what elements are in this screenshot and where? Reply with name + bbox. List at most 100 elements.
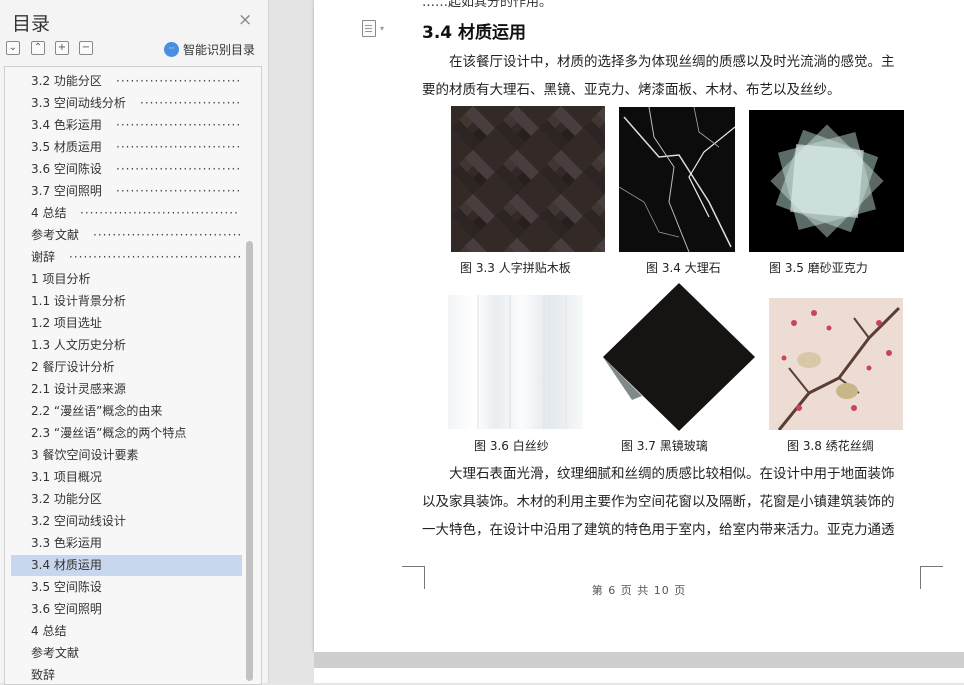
toc-item[interactable]: 参考文献 [11, 643, 242, 664]
toc-leader-dots: ········································… [93, 228, 240, 242]
toc-item[interactable]: 3.3 空间动线分析 ······························… [11, 93, 242, 114]
document-page: ……起如其分的作用。 ▾ 3.4 材质运用 在该餐厅设计中，材质的选择多为体现丝… [314, 0, 964, 652]
smart-toc-label: 智能识别目录 [183, 42, 256, 57]
toc-item[interactable]: 3.3 色彩运用 [11, 533, 242, 554]
toc-item[interactable]: 1 项目分析 [11, 269, 242, 290]
toc-leader-dots: ········································… [116, 162, 240, 176]
toc-panel: 目录 × ⌄ ⌃ + − ·· 智能识别目录 致辞 参考文献 4 总结 3.6 空间照… [0, 0, 269, 685]
toc-list: 致辞 参考文献 4 总结 3.6 空间照明 3.5 空间陈设 3.4 材质运用 3.3 色彩… [4, 66, 262, 685]
toc-item-label: 3.3 色彩运用 [31, 536, 102, 550]
frosted-acrylic-image [749, 110, 904, 252]
toc-item[interactable]: 2 餐厅设计分析 [11, 357, 242, 378]
add-heading-icon[interactable]: + [55, 41, 69, 55]
toc-item[interactable]: 3.5 空间陈设 [11, 577, 242, 598]
toc-leader-dots: ········································… [69, 250, 240, 264]
toc-item[interactable]: 3.6 空间陈设 ································… [11, 159, 242, 180]
toc-item[interactable]: 1.2 项目选址 [11, 313, 242, 334]
toc-item-label: 1.1 设计背景分析 [31, 294, 126, 308]
toc-item-label: 3.7 空间照明 [31, 184, 102, 198]
toc-item-label: 参考文献 [31, 228, 80, 242]
toc-item[interactable]: 2.2 “漫丝语”概念的由来 [11, 401, 242, 422]
toc-item-label: 2.1 设计灵感来源 [31, 382, 126, 396]
toc-leader-dots: ········································… [80, 206, 240, 220]
toc-item[interactable]: 3.2 空间动线设计 [11, 511, 242, 532]
toc-item-label: 2.2 “漫丝语”概念的由来 [31, 404, 163, 418]
remove-heading-icon[interactable]: − [79, 41, 93, 55]
toc-item-label: 3.1 项目概况 [31, 470, 102, 484]
page-footer: 第 6 页 共 10 页 [591, 584, 687, 597]
dropdown-arrow-icon[interactable]: ▾ [380, 24, 384, 33]
toc-item-label: 3.2 功能分区 [31, 74, 102, 88]
toc-leader-dots: ········································… [116, 74, 240, 88]
herringbone-wood-image [451, 106, 605, 252]
toc-item-label: 致辞 [31, 668, 56, 682]
toc-item-label: 3.4 材质运用 [31, 558, 102, 572]
toc-item[interactable]: 3.2 功能分区 ································… [11, 71, 242, 92]
toc-item-label: 3.6 空间照明 [31, 602, 102, 616]
toc-item[interactable]: 1.1 设计背景分析 [11, 291, 242, 312]
toc-item[interactable]: 2.3 “漫丝语”概念的两个特点 [11, 423, 242, 444]
paragraph-1: 在该餐厅设计中，材质的选择多为体现丝绸的质感以及时光流淌的感觉。主 要的材质有大… [422, 48, 922, 104]
toc-title: 目录 [12, 13, 51, 35]
toc-item[interactable]: 3 餐饮空间设计要素 [11, 445, 242, 466]
page-gap [314, 652, 964, 668]
paragraph-line: 一大特色，在设计中沿用了建筑的特色用于室内，给室内带来活力。亚克力通透 [422, 522, 895, 538]
figure-caption: 图 3.7 黑镜玻璃 [621, 439, 708, 453]
toc-item-label: 3.2 功能分区 [31, 492, 102, 506]
toc-leader-dots: ········································… [116, 140, 240, 154]
figure-caption: 图 3.8 绣花丝绸 [787, 439, 874, 453]
collapse-all-icon[interactable]: ⌃ [31, 41, 45, 55]
figure-caption: 图 3.4 大理石 [646, 261, 721, 275]
black-marble-image [619, 107, 735, 252]
toc-item[interactable]: 3.4 材质运用 [11, 555, 242, 576]
toc-item-label: 3.5 空间陈设 [31, 580, 102, 594]
toc-item-label: 3.4 色彩运用 [31, 118, 102, 132]
toc-leader-dots: ········································… [116, 184, 240, 198]
toc-item-label: 4 总结 [31, 624, 67, 638]
black-mirror-image [603, 283, 755, 431]
toc-item-label: 3.5 材质运用 [31, 140, 102, 154]
toc-item-label: 谢辞 [31, 250, 56, 264]
toc-item-label: 1.2 项目选址 [31, 316, 102, 330]
toc-item-label: 2.3 “漫丝语”概念的两个特点 [31, 426, 187, 440]
toc-item-label: 4 总结 [31, 206, 67, 220]
section-heading: 3.4 材质运用 [422, 23, 527, 43]
toc-item[interactable]: 参考文献 ····································… [11, 225, 242, 246]
toc-leader-dots: ········································… [140, 96, 240, 110]
expand-all-icon[interactable]: ⌄ [6, 41, 20, 55]
paragraph-line: 要的材质有大理石、黑镜、亚克力、烤漆面板、木材、布艺以及丝纱。 [422, 82, 841, 98]
figure-caption: 图 3.6 白丝纱 [474, 439, 549, 453]
embroidered-silk-image [769, 298, 903, 430]
close-icon[interactable]: × [238, 11, 252, 29]
toc-item-label: 2 餐厅设计分析 [31, 360, 115, 374]
toc-item[interactable]: 3.1 项目概况 [11, 467, 242, 488]
toc-item-label: 3.2 空间动线设计 [31, 514, 126, 528]
toc-item[interactable]: 3.2 功能分区 [11, 489, 242, 510]
toc-item[interactable]: 1.3 人文历史分析 [11, 335, 242, 356]
toc-item[interactable]: 4 总结 [11, 621, 242, 642]
toc-item[interactable]: 致辞 [11, 665, 242, 684]
toc-item[interactable]: 3.4 色彩运用 ································… [11, 115, 242, 136]
paragraph-2: 大理石表面光滑，纹理细腻和丝绸的质感比较相似。在设计中用于地面装饰 以及家具装饰… [422, 460, 922, 544]
toc-item[interactable]: 4 总结 ····································… [11, 203, 242, 224]
smart-toc-icon: ·· [164, 41, 179, 57]
paragraph-line: 在该餐厅设计中，材质的选择多为体现丝绸的质感以及时光流淌的感觉。主 [449, 54, 895, 70]
toc-item-label: 参考文献 [31, 646, 80, 660]
white-silk-image [448, 295, 583, 429]
scrollbar-thumb[interactable] [246, 241, 253, 681]
toc-item-label: 1.3 人文历史分析 [31, 338, 126, 352]
document-icon[interactable] [362, 20, 376, 37]
toc-item-label: 3 餐饮空间设计要素 [31, 448, 139, 462]
toc-item[interactable]: 2.1 设计灵感来源 [11, 379, 242, 400]
toc-item[interactable]: 谢辞 ······································… [11, 247, 242, 268]
toc-item-label: 3.3 空间动线分析 [31, 96, 126, 110]
toc-item[interactable]: 3.6 空间照明 [11, 599, 242, 620]
document-area: ……起如其分的作用。 ▾ 3.4 材质运用 在该餐厅设计中，材质的选择多为体现丝… [269, 0, 964, 683]
next-page [314, 668, 964, 683]
toc-item[interactable]: 3.7 空间照明 ································… [11, 181, 242, 202]
toc-item-label: 3.6 空间陈设 [31, 162, 102, 176]
smart-toc-button[interactable]: ·· 智能识别目录 [164, 40, 255, 58]
toc-item-label: 1 项目分析 [31, 272, 91, 286]
paragraph-line: 以及家具装饰。木材的利用主要作为空间花窗以及隔断，花窗是小镇建筑装饰的 [422, 494, 895, 510]
toc-item[interactable]: 3.5 材质运用 ································… [11, 137, 242, 158]
